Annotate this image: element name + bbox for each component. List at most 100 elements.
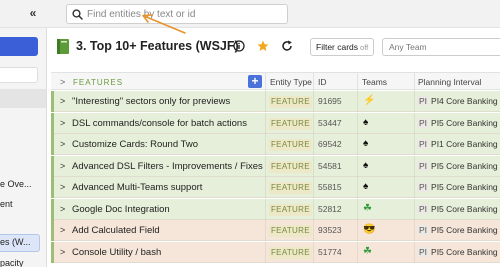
table-row[interactable]: > DSL commands/console for batch actions F… [51,112,500,134]
table-row[interactable]: > Advanced Multi-Teams support FEATURE 5581… [51,177,500,198]
column-divider [313,73,314,91]
planning-interval[interactable]: PI PI5 Core Banking [417,117,498,128]
expand-chevron-icon[interactable]: > [60,182,65,192]
pi-tag: PI [417,139,430,149]
table-row[interactable]: > Customize Cards: Round Two FEATURE 69542 ♠… [51,134,500,155]
cell-divider [313,91,314,112]
column-divider [414,73,415,91]
entity-id[interactable]: 51774 [318,247,342,257]
filter-cards-label: Filter cards [316,42,359,52]
planning-interval[interactable]: PI PI5 Core Banking [417,182,498,192]
table-row[interactable]: > Google Doc Integration FEATURE 52812 ☘ PI PI… [51,198,500,220]
expand-chevron-icon[interactable]: > [60,204,65,214]
cell-divider [313,112,314,134]
cell-divider [414,220,415,241]
pi-tag: PI [417,225,430,235]
entity-type-badge: FEATURE [269,117,312,130]
team-select[interactable]: Any Team [382,38,500,56]
planning-interval-label: PI5 Core Banking [431,203,498,214]
row-color-bar [51,177,54,198]
planning-interval[interactable]: PI PI5 Core Banking [417,246,498,257]
cell-divider [313,155,314,177]
sidebar-primary-button[interactable] [0,37,38,56]
column-header-entity-type[interactable]: Entity Type [270,77,312,87]
table-row[interactable]: > Console Utility / bash FEATURE 51774 ☘ PI PI… [51,241,500,263]
table-row[interactable]: > Advanced DSL Filters - Improvements / F… [51,155,500,177]
row-color-bar [51,91,54,112]
cell-divider [414,177,415,198]
entity-id[interactable]: 55815 [318,182,342,192]
cell-divider [265,220,266,241]
cell-divider [357,134,358,155]
sidebar-item-label[interactable]: e Ove... [0,179,32,189]
table-row[interactable]: > Add Calculated Field FEATURE 93523 😎 PI PI5 … [51,220,500,241]
cell-divider [357,155,358,177]
filter-state: off [360,43,369,52]
sunglasses-icon: 😎 [363,224,376,235]
chevron-right-icon[interactable]: > [60,77,65,87]
entity-id[interactable]: 52812 [318,204,342,214]
collapse-sidebar-icon[interactable]: « [26,6,40,20]
table-row[interactable]: > "Interesting" sectors only for previews… [51,91,500,112]
cell-divider [265,198,266,220]
sidebar-item-label[interactable]: ent [0,199,13,209]
sidebar-search-input[interactable] [0,67,38,83]
sidebar-item-selected[interactable] [0,89,46,108]
feature-name[interactable]: "Interesting" sectors only for previews [72,96,230,107]
entity-id[interactable]: 69542 [318,139,342,149]
column-header-id[interactable]: ID [318,77,327,87]
expand-chevron-icon[interactable]: > [60,118,65,128]
feature-name[interactable]: Advanced DSL Filters - Improvements / Fi… [72,161,263,172]
feature-name[interactable]: Add Calculated Field [72,225,160,236]
column-header-planning-interval[interactable]: Planning Interval [418,77,481,87]
cell-divider [414,112,415,134]
entity-id[interactable]: 54581 [318,161,342,171]
cell-divider [265,155,266,177]
annotation-arrow-icon [142,14,186,34]
entity-id[interactable]: 53447 [318,118,342,128]
feature-name[interactable]: DSL commands/console for batch actions [72,118,247,129]
expand-chevron-icon[interactable]: > [60,225,65,235]
entity-id[interactable]: 93523 [318,225,342,235]
sidebar-item-label[interactable]: pacity [0,258,24,267]
cell-divider [414,134,415,155]
planning-interval[interactable]: PI PI5 Core Banking [417,225,498,235]
clover-icon: ☘ [363,245,372,257]
star-icon[interactable] [257,40,269,52]
entity-type-badge: FEATURE [269,139,312,151]
planning-interval-label: PI5 Core Banking [431,117,498,128]
refresh-icon[interactable] [281,40,293,52]
expand-chevron-icon[interactable]: > [60,96,65,106]
column-header-teams[interactable]: Teams [362,77,387,87]
planning-interval-label: PI1 Core Banking [431,139,498,149]
planning-interval[interactable]: PI PI4 Core Banking [417,96,498,106]
planning-interval[interactable]: PI PI5 Core Banking [417,203,498,214]
cell-divider [414,91,415,112]
add-feature-button[interactable]: + [248,75,262,88]
row-color-bar [51,112,54,134]
feature-name[interactable]: Advanced Multi-Teams support [72,182,202,193]
cell-divider [414,241,415,263]
entity-id[interactable]: 91695 [318,96,342,106]
planning-interval[interactable]: PI PI5 Core Banking [417,160,498,171]
table-header: > FEATURES + Entity Type ID Teams Planni… [51,72,500,91]
cell-divider [357,177,358,198]
row-color-bar [51,155,54,177]
expand-chevron-icon[interactable]: > [60,161,65,171]
planning-interval-label: PI5 Core Banking [431,182,498,192]
feature-name[interactable]: Google Doc Integration [72,204,170,215]
feature-name[interactable]: Customize Cards: Round Two [72,139,198,150]
expand-chevron-icon[interactable]: > [60,139,65,149]
planning-interval-label: PI5 Core Banking [431,160,498,171]
pi-tag: PI [417,246,430,257]
feature-name[interactable]: Console Utility / bash [72,247,161,258]
info-icon[interactable] [233,40,245,52]
cell-divider [265,112,266,134]
entity-type-badge: FEATURE [269,182,312,194]
sidebar-item-label[interactable]: es (W... [0,237,31,247]
planning-interval[interactable]: PI PI1 Core Banking [417,139,498,149]
entity-type-badge: FEATURE [269,96,312,108]
planning-interval-label: PI5 Core Banking [431,246,498,257]
filter-cards-button[interactable]: Filter cards off [310,38,374,56]
expand-chevron-icon[interactable]: > [60,247,65,257]
